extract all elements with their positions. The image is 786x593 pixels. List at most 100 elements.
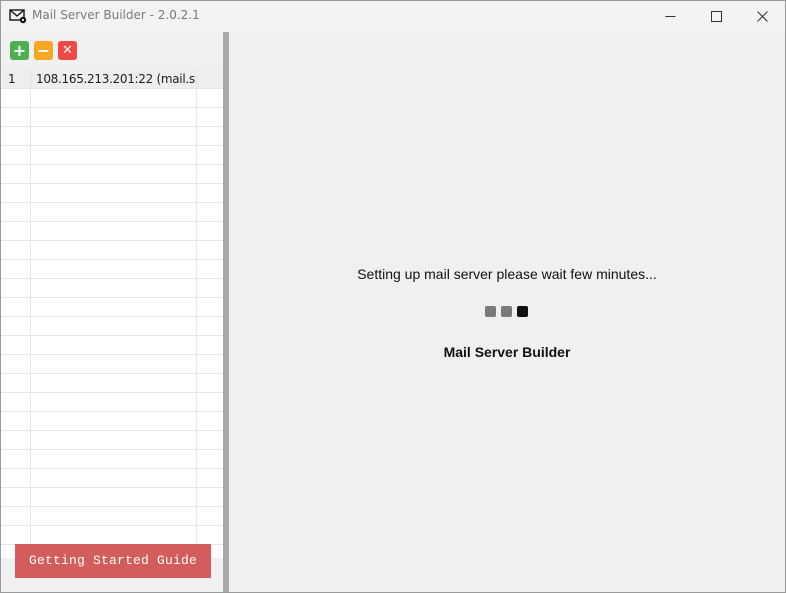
empty-cell [197,241,223,260]
empty-cell [31,279,197,298]
empty-cell [1,431,31,450]
empty-cell [31,89,197,108]
minimize-button[interactable] [647,1,693,31]
empty-cell [1,260,31,279]
row-extra-cell [197,70,223,89]
empty-cell [197,127,223,146]
empty-row [1,108,223,127]
empty-row [1,184,223,203]
empty-cell [31,184,197,203]
title-bar[interactable]: Mail Server Builder - 2.0.2.1 [1,1,785,31]
empty-cell [31,298,197,317]
empty-cell [1,89,31,108]
empty-cell [197,89,223,108]
empty-cell [197,355,223,374]
empty-cell [1,488,31,507]
server-address: 108.165.213.201:22 (mail.sm... [31,70,197,89]
x-icon: ✕ [62,43,73,58]
empty-cell [31,507,197,526]
empty-cell [31,108,197,127]
empty-cell [1,298,31,317]
empty-cell [1,355,31,374]
empty-cell [31,203,197,222]
empty-cell [1,526,31,545]
app-window: Mail Server Builder - 2.0.2.1 + − ✕ 1 10… [0,0,786,593]
empty-row [1,507,223,526]
empty-cell [197,469,223,488]
empty-cell [1,374,31,393]
empty-cell [1,507,31,526]
empty-cell [1,165,31,184]
empty-cell [31,165,197,184]
empty-cell [31,431,197,450]
empty-cell [1,203,31,222]
empty-cell [31,146,197,165]
empty-cell [197,374,223,393]
empty-row [1,203,223,222]
empty-row [1,393,223,412]
empty-cell [31,355,197,374]
empty-cell [197,184,223,203]
empty-cell [31,260,197,279]
empty-cell [197,393,223,412]
empty-row [1,317,223,336]
empty-cell [31,317,197,336]
empty-cell [197,507,223,526]
empty-row [1,355,223,374]
empty-cell [1,241,31,260]
add-server-button[interactable]: + [10,41,29,60]
empty-row [1,241,223,260]
empty-cell [31,374,197,393]
empty-cell [31,469,197,488]
empty-row [1,146,223,165]
empty-cell [31,450,197,469]
empty-cell [197,260,223,279]
empty-row [1,222,223,241]
empty-cell [1,108,31,127]
remove-server-button[interactable]: − [34,41,53,60]
empty-row [1,412,223,431]
empty-row [1,488,223,507]
empty-row [1,450,223,469]
empty-row [1,374,223,393]
minus-icon: − [36,41,51,60]
maximize-button[interactable] [693,1,739,31]
empty-cell [31,127,197,146]
row-index: 1 [1,70,31,89]
plus-icon: + [12,41,27,60]
app-name-label: Mail Server Builder [443,344,571,360]
loading-dot [517,306,528,317]
empty-cell [197,336,223,355]
maximize-icon [710,10,722,22]
empty-row [1,469,223,488]
empty-cell [31,526,197,545]
server-grid[interactable]: 1 108.165.213.201:22 (mail.sm... [1,70,223,558]
window-title: Mail Server Builder - 2.0.2.1 [32,8,200,22]
empty-cell [197,450,223,469]
empty-cell [1,393,31,412]
empty-cell [31,336,197,355]
empty-row [1,127,223,146]
empty-cell [197,526,223,545]
empty-cell [197,108,223,127]
empty-cell [197,298,223,317]
empty-row [1,165,223,184]
empty-cell [31,412,197,431]
empty-cell [197,317,223,336]
empty-row [1,298,223,317]
empty-cell [1,222,31,241]
getting-started-guide-button[interactable]: Getting Started Guide [15,544,211,578]
empty-cell [1,412,31,431]
loading-dot [501,306,512,317]
table-row[interactable]: 1 108.165.213.201:22 (mail.sm... [1,70,223,89]
close-button[interactable] [739,1,785,31]
empty-row [1,336,223,355]
delete-server-button[interactable]: ✕ [58,41,77,60]
empty-row [1,526,223,545]
empty-cell [1,184,31,203]
empty-cell [1,469,31,488]
empty-cell [31,222,197,241]
empty-cell [31,241,197,260]
empty-cell [197,488,223,507]
empty-row [1,279,223,298]
